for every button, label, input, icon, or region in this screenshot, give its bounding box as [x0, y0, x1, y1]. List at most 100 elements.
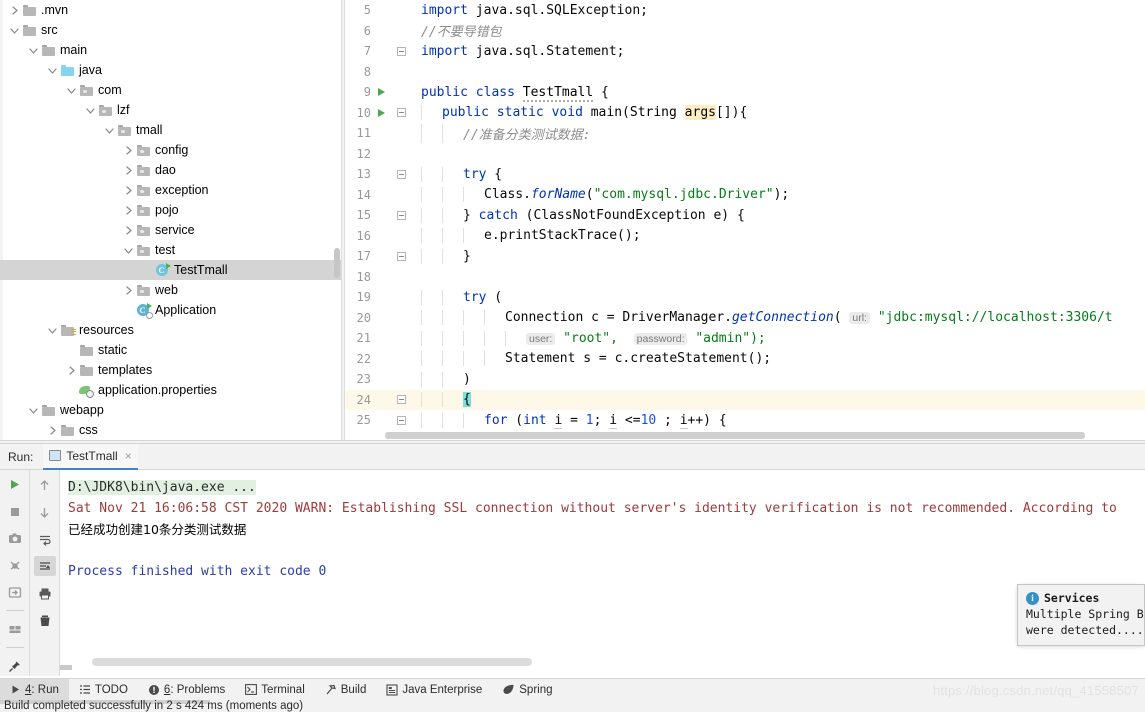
run-icon[interactable]: [4, 475, 26, 495]
chevron-right-icon[interactable]: [122, 200, 135, 220]
camera-icon[interactable]: [4, 529, 26, 549]
trash-icon[interactable]: [34, 610, 56, 630]
code-line-20[interactable]: 20 Connection c = DriverManager.getConnec…: [345, 308, 1145, 329]
code-editor[interactable]: 5 import java.sql.SQLException; 6 //不要导错包 7 i…: [345, 0, 1145, 440]
fold-toggle-icon[interactable]: [396, 169, 406, 179]
code-line-15[interactable]: 15} catch (ClassNotFoundException e) {: [345, 205, 1145, 226]
code-line-9[interactable]: 9 public class TestTmall {: [345, 82, 1145, 103]
tree-scrollbar-thumb[interactable]: [334, 248, 340, 278]
editor-horizontal-scrollbar[interactable]: [345, 431, 1145, 440]
export-icon[interactable]: [4, 582, 26, 602]
tree-item-main[interactable]: main: [0, 40, 341, 60]
code-line-10[interactable]: 10 public static void main(String args[])…: [345, 103, 1145, 124]
tree-item-templates[interactable]: templates: [0, 360, 341, 380]
code-line-25[interactable]: 25 for (int i = 1; i <=10 ; i++) {: [345, 410, 1145, 431]
code-line-12[interactable]: 12: [345, 144, 1145, 165]
tree-item-web[interactable]: web: [0, 280, 341, 300]
tree-item-resources[interactable]: resources: [0, 320, 341, 340]
pin-icon[interactable]: [4, 656, 26, 676]
tree-item-config[interactable]: config: [0, 140, 341, 160]
run-tab-testtmall[interactable]: TestTmall ×: [43, 443, 138, 470]
chevron-down-icon[interactable]: [84, 100, 97, 120]
tree-item-java[interactable]: java: [0, 60, 341, 80]
chevron-down-icon[interactable]: [65, 80, 78, 100]
chevron-down-icon[interactable]: [46, 320, 59, 340]
tree-item-webapp[interactable]: webapp: [0, 400, 341, 420]
code-line-23[interactable]: 23): [345, 369, 1145, 390]
code-line-22[interactable]: 22 Statement s = c.createStatement();: [345, 349, 1145, 370]
bottom-bar-item-todo[interactable]: TODO: [69, 679, 138, 701]
chevron-right-icon[interactable]: [122, 140, 135, 160]
chevron-right-icon[interactable]: [122, 180, 135, 200]
tree-item-testtmall[interactable]: C TestTmall: [0, 260, 341, 280]
close-icon[interactable]: ×: [123, 449, 132, 463]
print-icon[interactable]: [34, 583, 56, 603]
tree-item-static[interactable]: static: [0, 340, 341, 360]
run-gutter-icon[interactable]: [373, 88, 389, 97]
chevron-right-icon[interactable]: [122, 160, 135, 180]
chevron-down-icon[interactable]: [122, 240, 135, 260]
tree-item-test[interactable]: test: [0, 240, 341, 260]
fold-toggle-icon[interactable]: [396, 108, 406, 118]
code-line-24[interactable]: 24 {: [345, 389, 1145, 410]
code-line-13[interactable]: 13 try {: [345, 164, 1145, 185]
run-toolbar-left[interactable]: [0, 470, 30, 676]
code-line-6[interactable]: 6 //不要导错包: [345, 21, 1145, 42]
code-line-11[interactable]: 11 //准备分类测试数据:: [345, 123, 1145, 144]
bottom-bar-item-run[interactable]: 4: Run: [0, 678, 69, 701]
tree-item-src[interactable]: src: [0, 20, 341, 40]
arrow-up-icon[interactable]: [34, 475, 56, 495]
tree-item-com[interactable]: com: [0, 80, 341, 100]
fold-toggle-icon[interactable]: [396, 210, 406, 220]
tree-item-pojo[interactable]: pojo: [0, 200, 341, 220]
run-toolbar-right[interactable]: [30, 470, 60, 676]
fold-toggle-icon[interactable]: [396, 415, 406, 425]
layout-icon[interactable]: [4, 619, 26, 639]
tree-item-service[interactable]: service: [0, 220, 341, 240]
bottom-bar-item-spring[interactable]: Spring: [492, 679, 562, 701]
code-line-14[interactable]: 14 Class.forName("com.mysql.jdbc.Driver")…: [345, 185, 1145, 206]
code-line-17[interactable]: 17}: [345, 246, 1145, 267]
tree-item-application[interactable]: C Application: [0, 300, 341, 320]
chevron-down-icon[interactable]: [8, 20, 21, 40]
code-line-18[interactable]: 18: [345, 267, 1145, 288]
bottom-bar-item-java-enterprise[interactable]: Java Enterprise: [376, 679, 492, 701]
run-gutter-icon[interactable]: [373, 108, 389, 117]
tree-item--mvn[interactable]: .mvn: [0, 0, 341, 20]
tree-item-tmall[interactable]: tmall: [0, 120, 341, 140]
bottom-bar-item-terminal[interactable]: Terminal: [235, 679, 314, 701]
chevron-right-icon[interactable]: [46, 420, 59, 440]
fold-toggle-icon[interactable]: [396, 395, 406, 405]
scroll-to-end-icon[interactable]: [33, 556, 56, 576]
chevron-right-icon[interactable]: [122, 280, 135, 300]
tree-item-exception[interactable]: exception: [0, 180, 341, 200]
services-notification-balloon[interactable]: i Services Multiple Spring B were detect…: [1017, 584, 1145, 646]
fold-toggle-icon[interactable]: [396, 46, 406, 56]
project-tree-panel[interactable]: .mvn src main java com lzf tmall config dao excep…: [0, 0, 341, 440]
chevron-down-icon[interactable]: [46, 60, 59, 80]
code-line-8[interactable]: 8: [345, 62, 1145, 83]
fold-toggle-icon[interactable]: [396, 251, 406, 261]
chevron-down-icon[interactable]: [27, 400, 40, 420]
chevron-right-icon[interactable]: [8, 0, 21, 20]
code-line-7[interactable]: 7 import java.sql.Statement;: [345, 41, 1145, 62]
bottom-bar-item-build[interactable]: Build: [315, 679, 377, 701]
tree-vertical-scrollbar[interactable]: [333, 0, 341, 440]
chevron-right-icon[interactable]: [122, 220, 135, 240]
code-line-19[interactable]: 19 try (: [345, 287, 1145, 308]
debug-icon[interactable]: [4, 556, 26, 576]
tree-item-lzf[interactable]: lzf: [0, 100, 341, 120]
code-line-16[interactable]: 16 e.printStackTrace();: [345, 226, 1145, 247]
code-line-5[interactable]: 5 import java.sql.SQLException;: [345, 0, 1145, 21]
console-hscroll-thumb[interactable]: [92, 658, 532, 666]
soft-wrap-icon[interactable]: [34, 529, 56, 549]
chevron-down-icon[interactable]: [103, 120, 116, 140]
console-output[interactable]: D:\JDK8\bin\java.exe ... Sat Nov 21 16:06…: [60, 470, 1145, 676]
code-line-21[interactable]: 21 user: "root", password: "admin");: [345, 328, 1145, 349]
chevron-right-icon[interactable]: [65, 360, 78, 380]
stop-icon[interactable]: [4, 502, 26, 522]
console-horizontal-scrollbar[interactable]: [60, 658, 1145, 670]
editor-hscroll-thumb[interactable]: [385, 432, 1085, 439]
tree-item-application-properties[interactable]: application.properties: [0, 380, 341, 400]
arrow-down-icon[interactable]: [34, 502, 56, 522]
